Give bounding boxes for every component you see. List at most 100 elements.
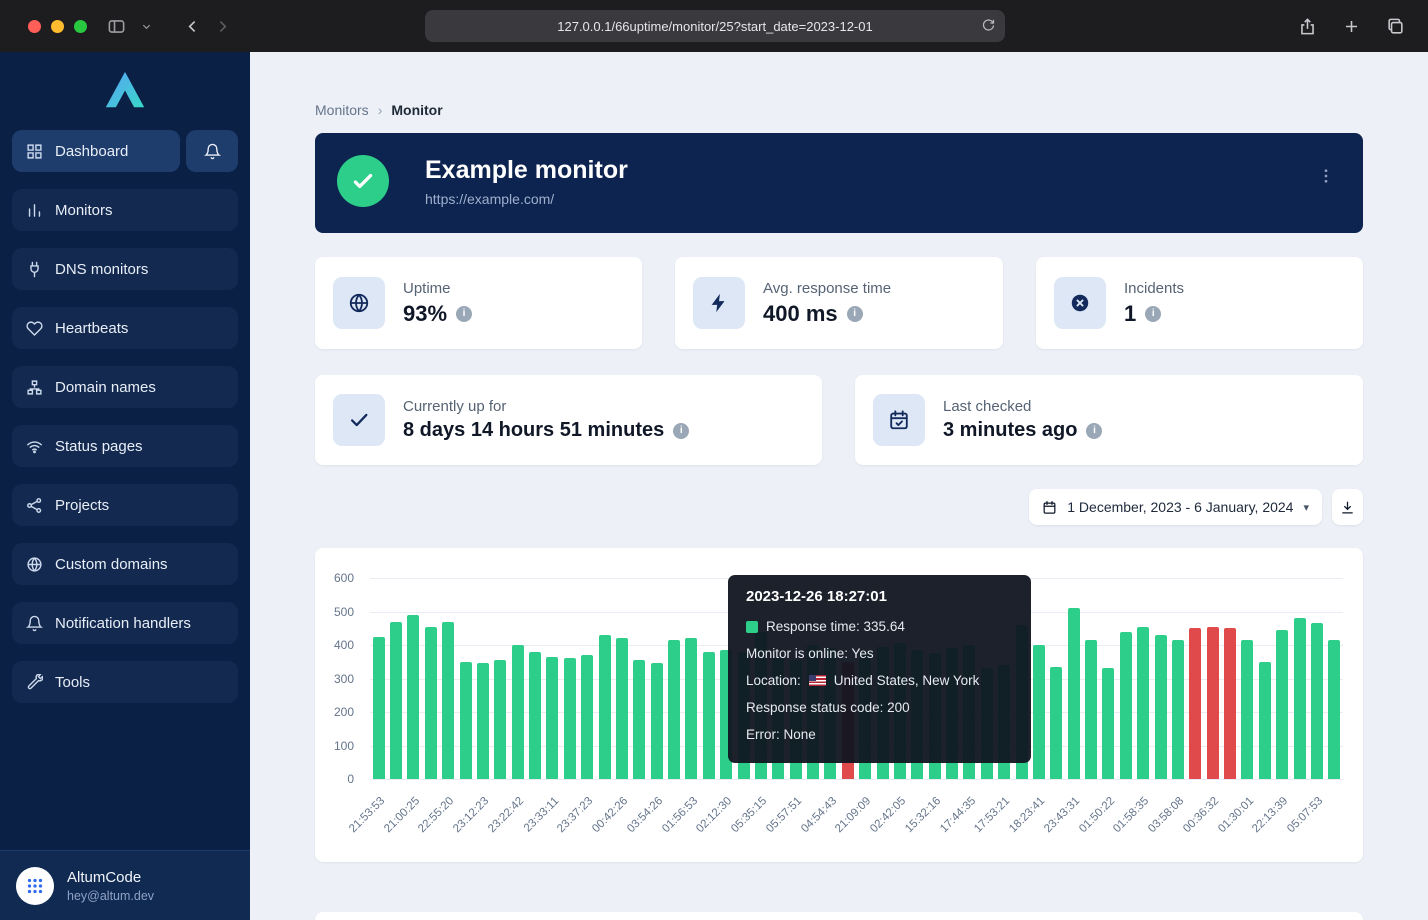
address-bar[interactable]: 127.0.0.1/66uptime/monitor/25?start_date… xyxy=(425,10,1005,42)
sidebar-item-monitors[interactable]: Monitors xyxy=(12,189,238,231)
chart-bar[interactable] xyxy=(1137,627,1149,779)
breadcrumb-monitors[interactable]: Monitors xyxy=(315,102,369,118)
chart-bar[interactable] xyxy=(1102,668,1114,779)
notifications-button[interactable] xyxy=(186,130,238,172)
sidebar-item-custom-domains[interactable]: Custom domains xyxy=(12,543,238,585)
sidebar-item-label: Projects xyxy=(55,497,109,514)
chart-bar[interactable] xyxy=(1155,635,1167,779)
new-tab-icon[interactable] xyxy=(1336,11,1366,41)
sidebar-item-notification-handlers[interactable]: Notification handlers xyxy=(12,602,238,644)
chart-bar[interactable] xyxy=(685,638,697,779)
x-axis-label: 23:22:42 xyxy=(486,795,526,835)
chart-bar[interactable] xyxy=(1085,640,1097,779)
sidebar-item-heartbeats[interactable]: Heartbeats xyxy=(12,307,238,349)
info-icon[interactable]: i xyxy=(456,306,472,322)
y-axis-label: 600 xyxy=(334,571,354,585)
caret-down-icon: ▾ xyxy=(1303,501,1309,514)
account-email: hey@altum.dev xyxy=(67,889,154,903)
chart-bar[interactable] xyxy=(599,635,611,779)
chart-bar[interactable] xyxy=(1050,667,1062,779)
tooltip-title: 2023-12-26 18:27:01 xyxy=(746,588,1013,605)
info-icon[interactable]: i xyxy=(673,423,689,439)
chart-bar[interactable] xyxy=(1207,627,1219,779)
account-section[interactable]: AltumCode hey@altum.dev xyxy=(0,850,250,920)
bolt-icon xyxy=(693,277,745,329)
chart-bar[interactable] xyxy=(1189,628,1201,779)
back-button[interactable] xyxy=(177,11,207,41)
sitemap-icon xyxy=(26,379,43,396)
chart-bar[interactable] xyxy=(616,638,628,779)
chart-bar[interactable] xyxy=(1259,662,1271,779)
incidents-card: Incidents 1 i xyxy=(1036,257,1363,349)
chart-bar[interactable] xyxy=(373,637,385,779)
chart-bar[interactable] xyxy=(494,660,506,779)
chart-bar[interactable] xyxy=(460,662,472,779)
forward-button[interactable] xyxy=(207,11,237,41)
breadcrumb: Monitors › Monitor xyxy=(315,102,443,118)
chart-bar[interactable] xyxy=(564,658,576,779)
y-axis-label: 200 xyxy=(334,705,354,719)
sidebar-item-tools[interactable]: Tools xyxy=(12,661,238,703)
y-axis-label: 500 xyxy=(334,605,354,619)
chart-bar[interactable] xyxy=(633,660,645,779)
calendar-check-icon xyxy=(873,394,925,446)
x-axis-label: 23:37:23 xyxy=(556,795,596,835)
app-logo[interactable] xyxy=(0,52,250,126)
tab-overview-icon[interactable] xyxy=(1380,11,1410,41)
chart-bar[interactable] xyxy=(546,657,558,779)
chart-bar[interactable] xyxy=(1224,628,1236,779)
info-icon[interactable]: i xyxy=(1086,423,1102,439)
sidebar-item-dashboard[interactable]: Dashboard xyxy=(12,130,180,172)
minimize-window-button[interactable] xyxy=(51,20,64,33)
avatar xyxy=(16,867,54,905)
chart-bar[interactable] xyxy=(529,652,541,779)
chart-bar[interactable] xyxy=(512,645,524,779)
sidebar-item-dns-monitors[interactable]: DNS monitors xyxy=(12,248,238,290)
close-window-button[interactable] xyxy=(28,20,41,33)
reload-icon[interactable] xyxy=(981,17,996,32)
screen: 127.0.0.1/66uptime/monitor/25?start_date… xyxy=(0,0,1428,920)
share-icon[interactable] xyxy=(1292,11,1322,41)
chart-bar[interactable] xyxy=(1033,645,1045,779)
chart-bar[interactable] xyxy=(1276,630,1288,779)
stat-value: 400 ms xyxy=(763,301,838,327)
chart-bar[interactable] xyxy=(651,663,663,779)
chart-bar[interactable] xyxy=(407,615,419,779)
x-axis-label: 18:23:41 xyxy=(1007,795,1047,835)
chart-bar[interactable] xyxy=(477,663,489,779)
date-range-label: 1 December, 2023 - 6 January, 2024 xyxy=(1067,499,1293,515)
zoom-window-button[interactable] xyxy=(74,20,87,33)
sidebar-item-domain-names[interactable]: Domain names xyxy=(12,366,238,408)
url-text: 127.0.0.1/66uptime/monitor/25?start_date… xyxy=(557,19,872,34)
chart-bar[interactable] xyxy=(1328,640,1340,779)
chart-bar[interactable] xyxy=(442,622,454,779)
chart-bar[interactable] xyxy=(1241,640,1253,779)
response-time-card: Avg. response time 400 ms i xyxy=(675,257,1003,349)
date-range-picker[interactable]: 1 December, 2023 - 6 January, 2024 ▾ xyxy=(1029,489,1322,525)
chart-bar[interactable] xyxy=(1294,618,1306,779)
sidebar-nav: Dashboard Monitors DNS monitors xyxy=(0,126,250,703)
last-checked-card: Last checked 3 minutes ago i xyxy=(855,375,1363,465)
chart-bar[interactable] xyxy=(1120,632,1132,779)
chevron-down-icon[interactable] xyxy=(131,11,161,41)
chart-bar[interactable] xyxy=(668,640,680,779)
sidebar-item-status-pages[interactable]: Status pages xyxy=(12,425,238,467)
chart-bar[interactable] xyxy=(1068,608,1080,779)
info-icon[interactable]: i xyxy=(847,306,863,322)
chart-bar[interactable] xyxy=(1172,640,1184,779)
breadcrumb-current: Monitor xyxy=(391,102,442,118)
download-button[interactable] xyxy=(1332,489,1363,525)
monitor-url[interactable]: https://example.com/ xyxy=(425,191,554,207)
series-swatch xyxy=(746,621,758,633)
kebab-menu-icon[interactable] xyxy=(1317,165,1335,187)
sidebar-item-projects[interactable]: Projects xyxy=(12,484,238,526)
sidebar-toggle-icon[interactable] xyxy=(101,11,131,41)
y-axis-label: 400 xyxy=(334,638,354,652)
info-icon[interactable]: i xyxy=(1145,306,1161,322)
chart-bar[interactable] xyxy=(390,622,402,779)
chart-bar[interactable] xyxy=(425,627,437,779)
chart-bar[interactable] xyxy=(581,655,593,779)
chart-bar[interactable] xyxy=(1311,623,1323,779)
chart-bar[interactable] xyxy=(703,652,715,779)
x-axis-label: 00:36:32 xyxy=(1181,795,1221,835)
